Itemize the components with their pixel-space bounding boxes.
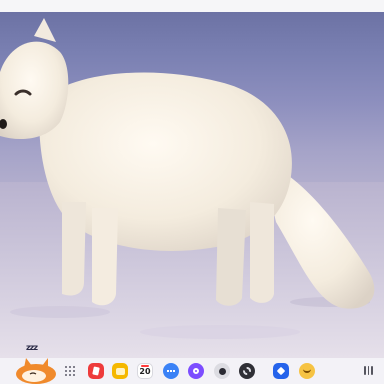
phone-screen: zzz 20 [0,0,384,384]
sleep-zzz-text: zzz [26,343,38,352]
recents-button[interactable] [364,366,373,376]
arctic-fox-photo [0,18,384,358]
status-bar [0,0,384,12]
purple-app-icon[interactable] [188,363,204,379]
yellow-folder-app-icon[interactable] [112,363,128,379]
wallpaper [0,12,384,358]
emoji-app-icon[interactable] [299,363,315,379]
calendar-date-label: 20 [139,367,151,376]
messages-app-icon[interactable] [163,363,179,379]
red-notes-app-icon[interactable] [88,363,104,379]
camera-app-icon[interactable] [214,363,230,379]
settings-app-icon[interactable] [239,363,255,379]
blue-app-icon[interactable] [273,363,289,379]
app-drawer-button[interactable] [65,366,75,376]
